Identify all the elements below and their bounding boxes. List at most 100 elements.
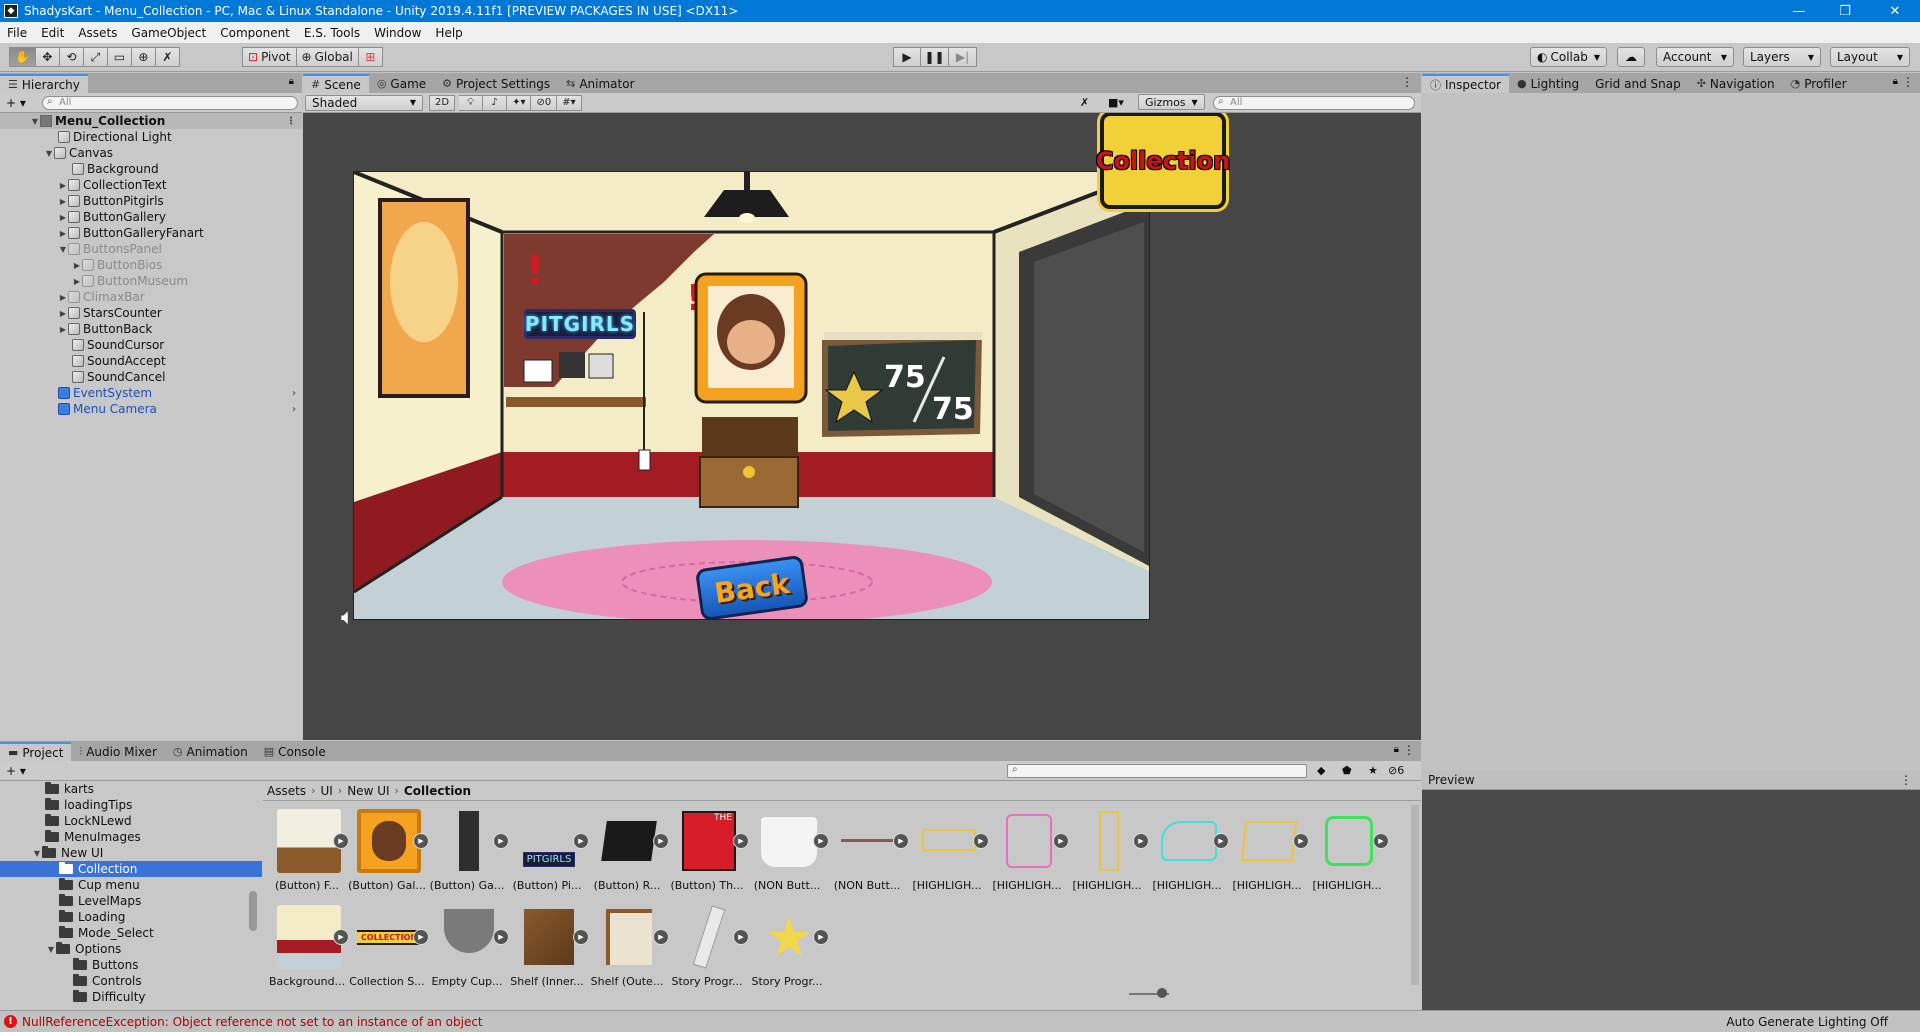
menu-component[interactable]: Component xyxy=(213,26,297,40)
custom-tool-icon[interactable]: ✗ xyxy=(155,47,180,67)
game-canvas-preview[interactable]: ! ! PITGIRLS 75 75 Back xyxy=(353,171,1150,620)
hierarchy-item[interactable]: SoundCancel xyxy=(0,369,302,385)
transform-tool-icon[interactable]: ⊕ xyxy=(131,47,156,67)
hierarchy-item[interactable]: ▶ ButtonMuseum xyxy=(0,273,302,289)
folder-item[interactable]: Controls xyxy=(0,973,262,989)
folder-item[interactable]: ▼ New UI xyxy=(0,845,262,861)
step-button[interactable]: ▶| xyxy=(949,47,977,67)
effects-toggle-icon[interactable]: ✦▾ xyxy=(507,94,532,111)
breadcrumb-item[interactable]: Assets xyxy=(267,784,306,798)
hierarchy-item[interactable]: SoundAccept xyxy=(0,353,302,369)
tree-scrollbar[interactable] xyxy=(249,891,257,931)
folder-item[interactable]: MenuImages xyxy=(0,829,262,845)
cloud-button[interactable]: ☁ xyxy=(1617,47,1645,67)
tab-animation[interactable]: ◷ Animation xyxy=(165,742,256,761)
tab-scene[interactable]: # Scene xyxy=(303,74,369,93)
menu-window[interactable]: Window xyxy=(367,26,428,40)
lock-icon[interactable]: 🔒︎ xyxy=(1893,76,1898,87)
kebab-menu-icon[interactable]: ⋮ xyxy=(1403,743,1415,757)
grid-toggle-icon[interactable]: #▾ xyxy=(557,94,582,111)
collection-sign[interactable]: Collection xyxy=(1096,113,1230,209)
folder-item[interactable]: karts xyxy=(0,781,262,797)
scene-root[interactable]: ▼ Menu_Collection ⋮ xyxy=(0,113,302,129)
gizmos-dropdown[interactable]: Gizmos ▼ xyxy=(1138,94,1205,110)
asset-item[interactable]: ▶ Shelf (Oute... xyxy=(587,905,669,1001)
kebab-menu-icon[interactable]: ⋮ xyxy=(1401,75,1413,89)
menu-gameobject[interactable]: GameObject xyxy=(124,26,213,40)
pause-button[interactable]: ❚❚ xyxy=(921,47,949,67)
tab-profiler[interactable]: ◔ Profiler xyxy=(1783,74,1855,93)
hierarchy-item[interactable]: ▼ ButtonsPanel xyxy=(0,241,302,257)
expand-prefab-icon[interactable]: ▶ xyxy=(813,929,829,945)
layout-dropdown[interactable]: Layout ▼ xyxy=(1830,47,1910,67)
play-button[interactable]: ▶ xyxy=(893,47,921,67)
project-search-input[interactable]: ⌕ xyxy=(1007,763,1307,778)
hierarchy-item[interactable]: ▶ ButtonGallery xyxy=(0,209,302,225)
console-last-message[interactable]: NullReferenceException: Object reference… xyxy=(22,1015,483,1029)
chevron-right-icon[interactable]: › xyxy=(292,404,296,415)
asset-item[interactable]: THE ▶ (Button) Th... xyxy=(667,809,749,905)
expand-prefab-icon[interactable]: ▶ xyxy=(1373,833,1389,849)
hierarchy-item[interactable]: ▶ ButtonPitgirls xyxy=(0,193,302,209)
hierarchy-item[interactable]: ▶ ButtonBios xyxy=(0,257,302,273)
menu-es-tools[interactable]: E.S. Tools xyxy=(297,26,367,40)
asset-item[interactable]: ▶ [HIGHLIGH... xyxy=(1067,809,1149,905)
hierarchy-item[interactable]: Menu Camera › xyxy=(0,401,302,417)
scene-search-input[interactable]: ⌕ All xyxy=(1213,95,1415,110)
folder-item[interactable]: Loading xyxy=(0,909,262,925)
filter-by-type-icon[interactable]: ◆ xyxy=(1317,764,1325,777)
tab-inspector[interactable]: ⓘ Inspector xyxy=(1422,74,1509,93)
tab-lighting[interactable]: ● Lighting xyxy=(1509,74,1587,93)
lock-icon[interactable]: 🔒︎ xyxy=(1394,744,1399,755)
folder-item[interactable]: ▼ Options xyxy=(0,941,262,957)
close-button[interactable]: ✕ xyxy=(1872,0,1918,22)
kebab-menu-icon[interactable]: ⋮ xyxy=(1902,75,1914,89)
breadcrumb-item[interactable]: UI xyxy=(320,784,332,798)
filter-by-label-icon[interactable]: ⬟ xyxy=(1342,764,1352,777)
global-toggle[interactable]: ⊕ Global xyxy=(296,47,359,67)
asset-item[interactable]: ▶ [HIGHLIGH... xyxy=(987,809,1069,905)
breadcrumb-current[interactable]: Collection xyxy=(404,784,471,798)
favorite-star-icon[interactable]: ★ xyxy=(1368,764,1378,777)
hierarchy-item[interactable]: ▶ CollectionText xyxy=(0,177,302,193)
menu-edit[interactable]: Edit xyxy=(34,26,71,40)
folder-item-selected[interactable]: Collection xyxy=(0,861,262,877)
grid-snap-button[interactable]: ⊞ xyxy=(358,47,383,67)
menu-assets[interactable]: Assets xyxy=(71,26,124,40)
asset-item[interactable]: ▶ Background... xyxy=(267,905,349,1001)
folder-item[interactable]: Difficulty xyxy=(0,989,262,1005)
tab-animator[interactable]: ⇆ Animator xyxy=(558,74,642,93)
asset-item[interactable]: ▶ Story Progr... xyxy=(667,905,749,1001)
shading-mode-dropdown[interactable]: Shaded ▼ xyxy=(305,94,423,111)
asset-grid-scrollbar[interactable] xyxy=(1411,805,1419,985)
asset-item[interactable]: ▶ [HIGHLIGH... xyxy=(907,809,989,905)
pivot-toggle[interactable]: ⊡ Pivot xyxy=(242,47,297,67)
tab-grid-and-snap[interactable]: Grid and Snap xyxy=(1587,74,1689,93)
maximize-button[interactable]: ❐ xyxy=(1822,0,1868,22)
rect-tool-icon[interactable]: ▭ xyxy=(107,47,132,67)
hierarchy-item[interactable]: SoundCursor xyxy=(0,337,302,353)
hierarchy-item[interactable]: EventSystem › xyxy=(0,385,302,401)
asset-item[interactable]: ▶ (Button) R... xyxy=(587,809,669,905)
tab-console[interactable]: ▤ Console xyxy=(256,742,334,761)
asset-item[interactable]: ▶ (NON Butt... xyxy=(747,809,829,905)
hidden-objects-toggle[interactable]: ⊘ 0 xyxy=(531,94,558,111)
hierarchy-item[interactable]: ▶ ButtonBack xyxy=(0,321,302,337)
move-tool-icon[interactable]: ✥ xyxy=(35,47,60,67)
asset-item[interactable]: ▶ [HIGHLIGH... xyxy=(1147,809,1229,905)
hierarchy-item[interactable]: Directional Light xyxy=(0,129,302,145)
hierarchy-item[interactable]: ▼ Canvas xyxy=(0,145,302,161)
tab-game[interactable]: ◎ Game xyxy=(369,74,434,93)
2d-toggle[interactable]: 2D xyxy=(429,94,456,111)
asset-item[interactable]: ▶ [HIGHLIGH... xyxy=(1227,809,1309,905)
folder-item[interactable]: Buttons xyxy=(0,957,262,973)
pitgirls-neon-sign[interactable]: PITGIRLS xyxy=(524,309,636,339)
asset-item[interactable]: ▶ (Button) F... xyxy=(267,809,349,905)
camera-icon[interactable]: ■▾ xyxy=(1108,96,1124,109)
create-dropdown[interactable]: + ▾ xyxy=(6,96,26,110)
asset-item[interactable]: ▶ (Button) Gal... xyxy=(347,809,429,905)
layers-dropdown[interactable]: Layers ▼ xyxy=(1743,47,1821,67)
kebab-menu-icon[interactable]: ⋮ xyxy=(286,116,296,127)
folder-item[interactable]: Mode_Select xyxy=(0,925,262,941)
asset-item[interactable]: COLLECTION ▶ Collection S... xyxy=(347,905,429,1001)
